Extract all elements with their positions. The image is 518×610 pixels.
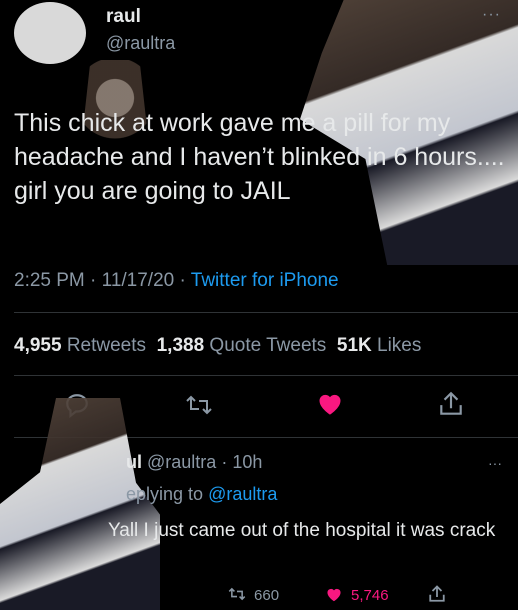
reply-like-count: 5,746 (351, 587, 389, 604)
reply-retweet-button[interactable]: 660 (228, 586, 279, 607)
retweet-icon (228, 586, 251, 606)
share-icon[interactable] (438, 390, 464, 423)
replying-to-link[interactable]: @raultra (208, 484, 277, 504)
reply-header: ul @raultra · 10h (126, 452, 262, 473)
heart-icon[interactable] (316, 390, 344, 421)
retweet-icon[interactable] (185, 392, 213, 423)
divider (14, 312, 518, 313)
tweet-source-link[interactable]: Twitter for iPhone (191, 270, 339, 291)
quote-tweets-stat[interactable]: 1,388 Quote Tweets (157, 335, 327, 356)
share-icon[interactable] (428, 584, 446, 608)
retweets-stat[interactable]: 4,955 Retweets (14, 335, 146, 356)
author-name[interactable]: raul (106, 6, 141, 28)
separator: · (90, 270, 97, 291)
tweet-text: This chick at work gave me a pill for my… (14, 109, 505, 205)
reply-like-button[interactable]: 5,746 (325, 586, 389, 607)
tweet-date[interactable]: 11/17/20 (102, 270, 175, 291)
reply-text: Yall I just came out of the hospital it … (108, 520, 496, 541)
reply-author-name[interactable]: ul (126, 452, 142, 472)
reply-age[interactable]: 10h (232, 452, 262, 472)
separator: · (221, 452, 228, 472)
tweet-meta: 2:25 PM · 11/17/20 · Twitter for iPhone (14, 270, 339, 292)
reply-author-handle[interactable]: @raultra (147, 452, 216, 472)
likes-stat[interactable]: 51K Likes (337, 335, 422, 356)
replying-to: eplying to @raultra (126, 484, 278, 504)
tweet-time[interactable]: 2:25 PM (14, 270, 85, 291)
author-handle[interactable]: @raultra (106, 33, 175, 54)
more-options-icon[interactable]: ··· (482, 6, 501, 24)
heart-icon (325, 586, 348, 606)
separator: · (179, 270, 186, 291)
divider (14, 375, 518, 376)
avatar[interactable] (14, 2, 86, 64)
tweet-stats: 4,955 Retweets 1,388 Quote Tweets 51K Li… (14, 335, 421, 357)
reply-retweet-count: 660 (254, 587, 280, 604)
more-options-icon[interactable]: ··· (488, 455, 502, 471)
